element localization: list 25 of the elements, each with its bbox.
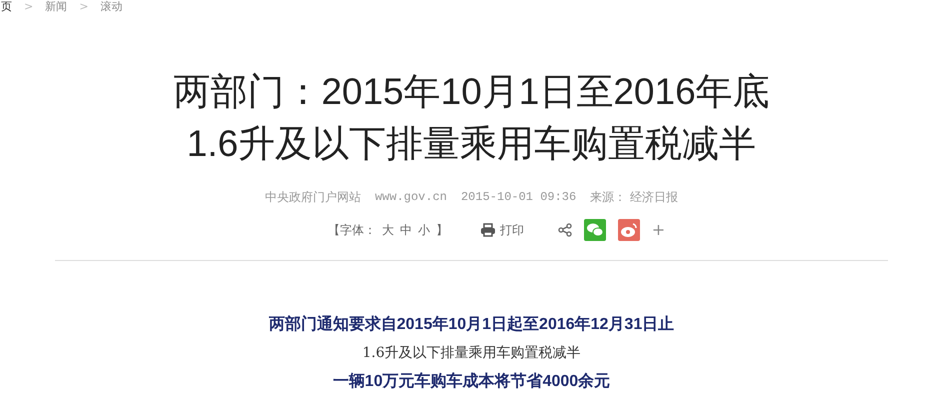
breadcrumb-separator: > xyxy=(24,0,34,16)
body-text-line: 1.6升及以下排量乘用车购置税减半 xyxy=(362,344,581,363)
source-site: 中央政府门户网站 xyxy=(264,189,361,206)
share-icon[interactable] xyxy=(558,223,572,237)
body-text-line: 两部门通知要求自2015年10月1日起至2016年12月31日止 xyxy=(268,314,674,335)
eye-logo-icon[interactable] xyxy=(618,219,640,241)
font-size-label: 【字体： xyxy=(328,222,376,239)
font-size-link[interactable]: 小 xyxy=(418,221,430,239)
breadcrumb-link[interactable]: 新闻 xyxy=(45,0,68,16)
breadcrumb-separator: > xyxy=(79,0,88,16)
font-size-bracket: 】 xyxy=(436,222,448,239)
font-size-link[interactable]: 中 xyxy=(400,221,412,239)
chat-bubbles-icon[interactable] xyxy=(584,219,606,241)
article-title: 两部门：2015年10月1日至2016年底 xyxy=(173,70,770,114)
printer-icon xyxy=(480,223,496,237)
breadcrumb-link[interactable]: 页 xyxy=(1,0,12,16)
body-text-line: 一辆10万元车购车成本将节省4000余元 xyxy=(332,371,610,392)
breadcrumb-link[interactable]: 滚动 xyxy=(100,0,122,16)
more-share-text[interactable]: + xyxy=(652,218,666,242)
site-url: www.gov.cn xyxy=(374,189,447,206)
publish-time: 2015-10-01 09:36 xyxy=(460,189,576,206)
source-text: 来源： 经济日报 xyxy=(590,189,678,206)
print-button[interactable]: 打印 xyxy=(480,221,524,239)
font-size-link[interactable]: 大 xyxy=(382,221,394,239)
article-title: 1.6升及以下排量乘用车购置税减半 xyxy=(186,122,756,166)
